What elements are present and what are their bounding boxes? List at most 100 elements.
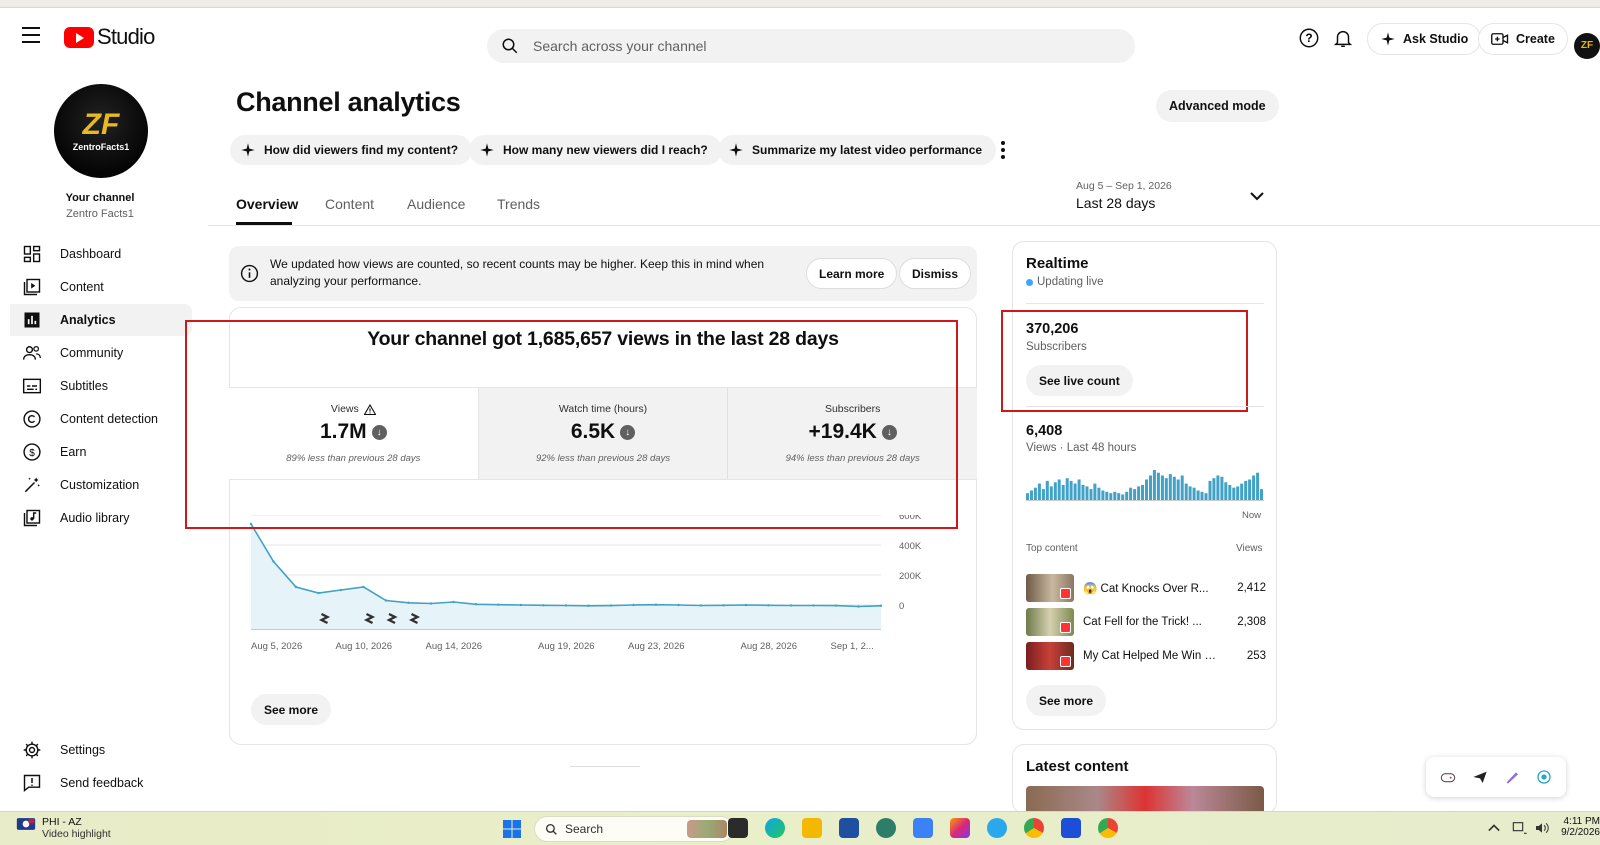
top-content-row[interactable]: 😱 Cat Knocks Over R... 2,412 [1026,574,1266,602]
realtime-bar [1057,479,1061,500]
photos-icon[interactable] [1061,818,1081,838]
taskbar-clock[interactable]: 4:11 PM 9/2/2026 [1560,816,1600,838]
advanced-mode-button[interactable]: Advanced mode [1156,90,1279,122]
more-options-icon[interactable] [1000,140,1006,160]
upload-marker-shorts-icon[interactable] [386,612,398,625]
sidebar-item-dashboard[interactable]: Dashboard [10,238,192,270]
sidebar-item-audio-library[interactable]: Audio library [10,502,192,534]
youtube-logo-icon [64,26,94,48]
chevron-up-icon[interactable] [1488,823,1500,833]
video-thumbnail [1026,608,1074,636]
tab-audience[interactable]: Audience [407,196,465,212]
top-content-see-more-button[interactable]: See more [1026,685,1107,716]
channel-avatar[interactable]: ZF ZentroFacts1 [54,84,148,178]
suggestion-chip-find-content[interactable]: How did viewers find my content? [230,135,473,165]
game-controller-icon[interactable] [1440,770,1456,784]
mail-icon[interactable] [913,818,933,838]
sidebar-item-send-feedback[interactable]: Send feedback [10,767,192,799]
realtime-bar [1168,474,1172,500]
date-range-dates: Aug 5 – Sep 1, 2026 [1076,180,1172,192]
chart-y-tick-label: 200K [899,571,922,582]
send-icon[interactable] [1472,770,1488,784]
tab-content[interactable]: Content [325,196,374,212]
sidebar-item-analytics[interactable]: Analytics [10,304,192,336]
upload-marker-shorts-icon[interactable] [363,612,376,625]
dismiss-button[interactable]: Dismiss [899,258,972,289]
sidebar-item-subtitles[interactable]: Subtitles [10,370,192,402]
realtime-bar [1033,487,1037,500]
sidebar-item-content-detection[interactable]: Content detection [10,403,192,435]
video-views: 253 [1246,650,1266,662]
network-icon[interactable] [1512,821,1528,835]
sidebar-item-settings[interactable]: Settings [10,734,192,766]
realtime-bar [1152,470,1156,500]
realtime-bar [1228,485,1232,500]
sidebar-item-community[interactable]: Community [10,337,192,369]
volume-icon[interactable] [1534,821,1550,835]
sidebar-item-earn[interactable]: $ Earn [10,436,192,468]
chart-x-tick-label: Aug 14, 2026 [426,641,483,652]
microsoft-store-icon[interactable] [839,818,859,838]
views-line-chart[interactable]: 600K400K200K0Aug 5, 2026 Aug 10, 2026 Aug … [229,515,949,675]
taskbar-search[interactable]: Search [534,816,734,842]
record-icon[interactable] [1536,769,1552,785]
windows-taskbar: PHI - AZ Video highlight Search 4:11 PM … [0,811,1600,845]
create-button[interactable]: Create [1478,23,1568,55]
menu-icon[interactable] [22,27,40,43]
sidebar-item-label: Subtitles [60,379,108,393]
search-bar[interactable]: Search across your channel [487,29,1135,63]
upload-marker-shorts-icon[interactable] [318,612,331,625]
realtime-bar [1172,476,1176,500]
chrome-icon[interactable] [1024,818,1044,838]
widget-subtitle: Video highlight [42,828,111,840]
top-content-row[interactable]: Cat Fell for the Trick! ... 2,308 [1026,608,1266,636]
divider [1026,406,1264,407]
telegram-icon[interactable] [987,818,1007,838]
suggestion-chip-summarize[interactable]: Summarize my latest video performance [718,135,997,165]
learn-more-button[interactable]: Learn more [806,258,898,289]
realtime-bar [1164,478,1168,500]
realtime-bar [1053,482,1057,500]
latest-content-thumbnail[interactable] [1026,786,1264,811]
chart-x-tick-label: Aug 5, 2026 [251,641,302,652]
sidebar-item-customization[interactable]: Customization [10,469,192,501]
account-avatar[interactable]: ZF [1574,33,1600,59]
top-content-row[interactable]: My Cat Helped Me Win S... 253 [1026,642,1266,670]
realtime-bar [1133,489,1137,500]
chrome-profile-icon[interactable] [1098,818,1118,838]
chart-data-point [744,603,748,607]
chart-data-point [272,560,275,563]
clock-time: 4:11 PM [1563,816,1600,827]
help-icon[interactable]: ? [1298,27,1320,49]
realtime-bar [1069,480,1073,500]
sidebar-item-label: Earn [60,445,87,459]
task-view-icon[interactable] [728,818,748,838]
see-more-button[interactable]: See more [251,694,332,725]
sparkle-icon [729,143,743,157]
app-icon[interactable] [876,818,896,838]
upload-marker-shorts-icon[interactable] [408,612,421,625]
realtime-bar [1113,491,1117,500]
realtime-views-label: Views · Last 48 hours [1026,442,1137,454]
realtime-bar [1129,487,1133,500]
realtime-bar [1200,491,1204,500]
chart-x-tick-label: Aug 23, 2026 [628,641,685,652]
instagram-icon[interactable] [950,818,970,838]
tab-overview[interactable]: Overview [236,196,298,212]
studio-logo[interactable]: Studio [64,24,155,50]
taskbar-widget[interactable]: PHI - AZ Video highlight [16,816,111,840]
edge-browser-icon[interactable] [765,818,785,838]
ask-studio-button[interactable]: Ask Studio [1367,23,1482,55]
windows-start-icon[interactable] [503,820,521,838]
sidebar-item-content[interactable]: Content [10,271,192,303]
date-range-selector[interactable]: Aug 5 – Sep 1, 2026 Last 28 days [1076,180,1266,211]
realtime-bar [1081,485,1085,500]
suggestion-chip-new-viewers[interactable]: How many new viewers did I reach? [469,135,722,165]
notifications-bell-icon[interactable] [1332,27,1354,49]
analytics-icon [24,312,40,328]
file-explorer-icon[interactable] [802,818,822,838]
chart-x-tick-label: Aug 10, 2026 [336,641,393,652]
pen-icon[interactable] [1504,770,1520,784]
realtime-views-bar-chart[interactable] [1026,468,1264,502]
tab-trends[interactable]: Trends [497,196,540,212]
